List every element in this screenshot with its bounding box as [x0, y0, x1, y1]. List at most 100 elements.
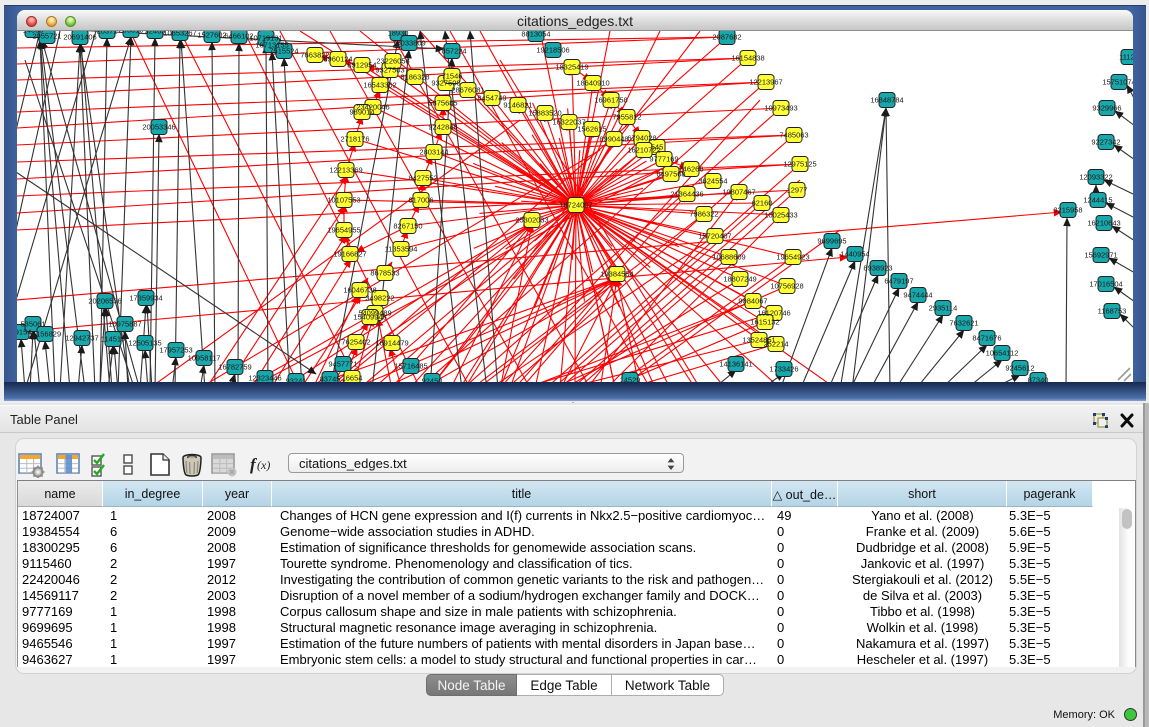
- svg-text:(x): (x): [257, 458, 270, 472]
- svg-text:9699695: 9699695: [817, 237, 846, 246]
- svg-text:1440954: 1440954: [840, 250, 869, 259]
- svg-text:2935114: 2935114: [929, 304, 958, 313]
- svg-text:18724007: 18724007: [559, 201, 592, 210]
- svg-text:3498222: 3498222: [365, 294, 394, 303]
- svg-text:16154838: 16154838: [731, 54, 764, 63]
- svg-text:62160: 62160: [752, 199, 773, 208]
- svg-text:19654955: 19654955: [327, 226, 360, 235]
- svg-text:10958117: 10958117: [188, 354, 221, 363]
- svg-text:19218506: 19218506: [536, 46, 569, 55]
- svg-text:11353594: 11353594: [385, 245, 418, 254]
- svg-text:6794028: 6794028: [627, 134, 656, 143]
- svg-text:2055721: 2055721: [32, 32, 61, 41]
- svg-text:9242848: 9242848: [428, 123, 457, 132]
- svg-text:16654: 16654: [342, 374, 363, 383]
- svg-text:2087682: 2087682: [712, 33, 741, 42]
- svg-text:16033809: 16033809: [392, 39, 425, 48]
- svg-text:9457771: 9457771: [328, 360, 357, 369]
- svg-text:16210643: 16210643: [1087, 219, 1120, 228]
- svg-text:8678533: 8678533: [370, 269, 399, 278]
- svg-text:206310: 206310: [118, 31, 143, 35]
- svg-text:7515524: 7515524: [269, 47, 298, 56]
- svg-text:10654112: 10654112: [986, 349, 1019, 358]
- svg-text:817006: 817006: [408, 196, 433, 205]
- svg-text:8186328: 8186328: [400, 73, 429, 82]
- svg-text:12093322: 12093322: [1079, 173, 1112, 182]
- svg-text:8912954: 8912954: [347, 61, 376, 70]
- svg-text:9329966: 9329966: [1092, 104, 1121, 113]
- svg-text:989014: 989014: [349, 108, 374, 117]
- svg-text:2803144: 2803144: [419, 148, 448, 157]
- svg-text:16961758: 16961758: [594, 96, 627, 105]
- svg-text:10973493: 10973493: [764, 104, 797, 113]
- svg-text:114519: 114519: [101, 335, 125, 344]
- svg-text:12323446: 12323446: [248, 374, 281, 383]
- svg-text:3215958: 3215958: [1053, 206, 1082, 215]
- svg-text:7632621: 7632621: [949, 319, 978, 328]
- svg-text:11156829: 11156829: [29, 330, 61, 339]
- svg-text:252214: 252214: [763, 340, 788, 349]
- svg-text:8938923: 8938923: [863, 264, 892, 273]
- svg-text:10975887: 10975887: [108, 320, 141, 329]
- svg-text:9227342: 9227342: [1091, 138, 1120, 147]
- svg-text:18807249: 18807249: [723, 275, 756, 284]
- svg-text:18325419: 18325419: [555, 63, 588, 72]
- svg-text:16120746: 16120746: [757, 309, 790, 318]
- svg-text:10688609: 10688609: [712, 253, 745, 262]
- svg-text:8990448: 8990448: [599, 135, 628, 144]
- svg-text:18640910: 18640910: [576, 79, 609, 88]
- svg-text:6497568: 6497568: [656, 170, 685, 179]
- svg-text:20691406: 20691406: [63, 33, 96, 42]
- svg-text:14136141: 14136141: [719, 360, 752, 369]
- svg-text:21364436: 21364436: [670, 190, 703, 199]
- svg-text:83745: 83745: [320, 375, 341, 383]
- svg-text:8454749: 8454749: [477, 94, 506, 103]
- svg-text:9777169: 9777169: [649, 155, 678, 164]
- svg-text:1527602: 1527602: [197, 31, 226, 40]
- svg-text:11122: 11122: [1119, 53, 1133, 62]
- svg-text:1733426: 1733426: [769, 365, 798, 374]
- svg-text:15883520: 15883520: [528, 109, 561, 118]
- svg-text:20206536: 20206536: [88, 297, 121, 306]
- svg-text:9245612: 9245612: [1005, 364, 1034, 373]
- svg-text:20053346: 20053346: [142, 123, 175, 132]
- svg-text:7625402: 7625402: [341, 338, 370, 347]
- svg-text:10025433: 10025433: [764, 211, 797, 220]
- svg-text:16782759: 16782759: [218, 363, 251, 372]
- svg-text:16848784: 16848784: [870, 96, 903, 105]
- svg-text:15409948: 15409948: [353, 313, 386, 322]
- svg-text:92463: 92463: [145, 31, 166, 36]
- svg-text:10807467: 10807467: [722, 188, 755, 197]
- svg-text:71546: 71546: [442, 72, 463, 81]
- svg-text:9474444: 9474444: [903, 291, 932, 300]
- svg-text:16210722: 16210722: [627, 146, 660, 155]
- svg-text:18930: 18930: [388, 31, 409, 38]
- svg-text:7986322: 7986322: [689, 210, 718, 219]
- svg-text:8471676: 8471676: [972, 334, 1001, 343]
- svg-text:7857224: 7857224: [437, 47, 466, 56]
- svg-text:7955812: 7955812: [612, 113, 641, 122]
- svg-text:1168753: 1168753: [1098, 307, 1127, 316]
- svg-text:17359934: 17359934: [129, 294, 162, 303]
- svg-text:7485063: 7485063: [779, 131, 808, 140]
- svg-text:9084067: 9084067: [738, 297, 767, 306]
- svg-text:12942737: 12942737: [65, 334, 98, 343]
- svg-text:6479197: 6479197: [884, 277, 913, 286]
- svg-text:12977: 12977: [787, 186, 808, 195]
- svg-text:15720407: 15720407: [698, 232, 731, 241]
- svg-text:3624554: 3624554: [698, 177, 727, 186]
- svg-text:26371: 26371: [97, 31, 118, 36]
- svg-text:10107553: 10107553: [327, 196, 360, 205]
- svg-text:5875685: 5875685: [428, 99, 457, 108]
- svg-text:23226058: 23226058: [376, 57, 409, 66]
- svg-text:12975125: 12975125: [783, 160, 816, 169]
- svg-text:535061: 535061: [20, 320, 45, 329]
- svg-text:15692971: 15692971: [1084, 251, 1117, 260]
- svg-text:10653267: 10653267: [163, 31, 196, 38]
- svg-text:19384554: 19384554: [600, 270, 633, 279]
- svg-text:16914479: 16914479: [375, 339, 408, 348]
- svg-text:1615132: 1615132: [750, 318, 779, 327]
- svg-text:15716485: 15716485: [394, 362, 427, 371]
- svg-text:12213369: 12213369: [329, 166, 362, 175]
- svg-text:1244415: 1244415: [1083, 196, 1112, 205]
